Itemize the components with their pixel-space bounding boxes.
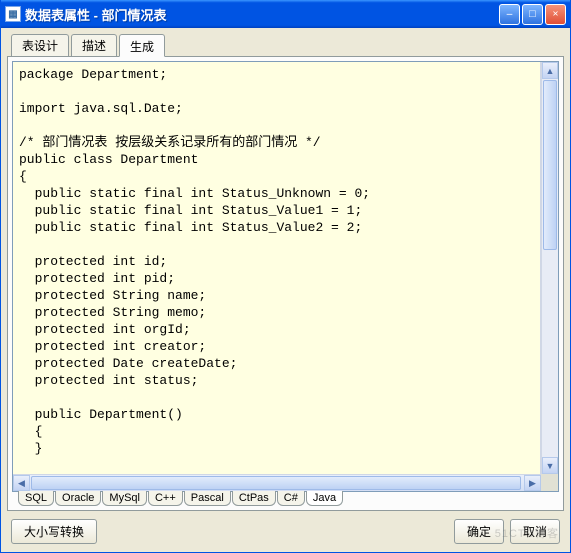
window-title: 数据表属性 - 部门情况表: [25, 5, 499, 24]
btab-sql[interactable]: SQL: [18, 491, 54, 506]
scroll-right-button[interactable]: ▶: [524, 475, 541, 491]
ok-button[interactable]: 确定: [454, 519, 504, 544]
btab-cpp[interactable]: C++: [148, 491, 183, 506]
minimize-button[interactable]: –: [499, 4, 520, 25]
vertical-scroll-thumb[interactable]: [543, 80, 557, 250]
btab-csharp[interactable]: C#: [277, 491, 305, 506]
code-scroll-area: package Department; import java.sql.Date…: [13, 62, 558, 474]
footer: 大小写转换 确定 取消: [7, 511, 564, 544]
top-tabstrip: 表设计 描述 生成: [7, 34, 564, 56]
bottom-tabstrip: SQL Oracle MySql C++ Pascal CtPas C# Jav…: [12, 491, 559, 506]
horizontal-scroll-thumb[interactable]: [31, 476, 521, 490]
cancel-button[interactable]: 取消: [510, 519, 560, 544]
window-controls: – □ ×: [499, 4, 566, 25]
btab-mysql[interactable]: MySql: [102, 491, 147, 506]
vertical-scrollbar[interactable]: ▲ ▼: [541, 62, 558, 474]
horizontal-scroll-track[interactable]: [30, 475, 524, 491]
hscroll-row: ◀ ▶: [13, 474, 558, 491]
scroll-up-button[interactable]: ▲: [542, 62, 558, 79]
code-editor: package Department; import java.sql.Date…: [12, 61, 559, 492]
scroll-left-button[interactable]: ◀: [13, 475, 30, 491]
page-frame: package Department; import java.sql.Date…: [7, 56, 564, 511]
maximize-button[interactable]: □: [522, 4, 543, 25]
horizontal-scrollbar[interactable]: ◀ ▶: [13, 474, 541, 491]
window: ▦ 数据表属性 - 部门情况表 – □ × 表设计 描述 生成 package …: [0, 0, 571, 553]
tab-table-design[interactable]: 表设计: [11, 34, 69, 56]
code-textarea[interactable]: package Department; import java.sql.Date…: [13, 62, 541, 474]
case-toggle-button[interactable]: 大小写转换: [11, 519, 97, 544]
btab-ctpas[interactable]: CtPas: [232, 491, 276, 506]
titlebar[interactable]: ▦ 数据表属性 - 部门情况表 – □ ×: [1, 0, 570, 28]
tab-description[interactable]: 描述: [71, 34, 117, 56]
btab-pascal[interactable]: Pascal: [184, 491, 231, 506]
scroll-down-button[interactable]: ▼: [542, 457, 558, 474]
btab-java[interactable]: Java: [306, 491, 343, 506]
client-area: 表设计 描述 生成 package Department; import jav…: [1, 28, 570, 552]
app-icon: ▦: [5, 6, 21, 22]
btab-oracle[interactable]: Oracle: [55, 491, 101, 506]
scroll-corner: [541, 474, 558, 491]
tab-generate[interactable]: 生成: [119, 34, 165, 57]
close-button[interactable]: ×: [545, 4, 566, 25]
